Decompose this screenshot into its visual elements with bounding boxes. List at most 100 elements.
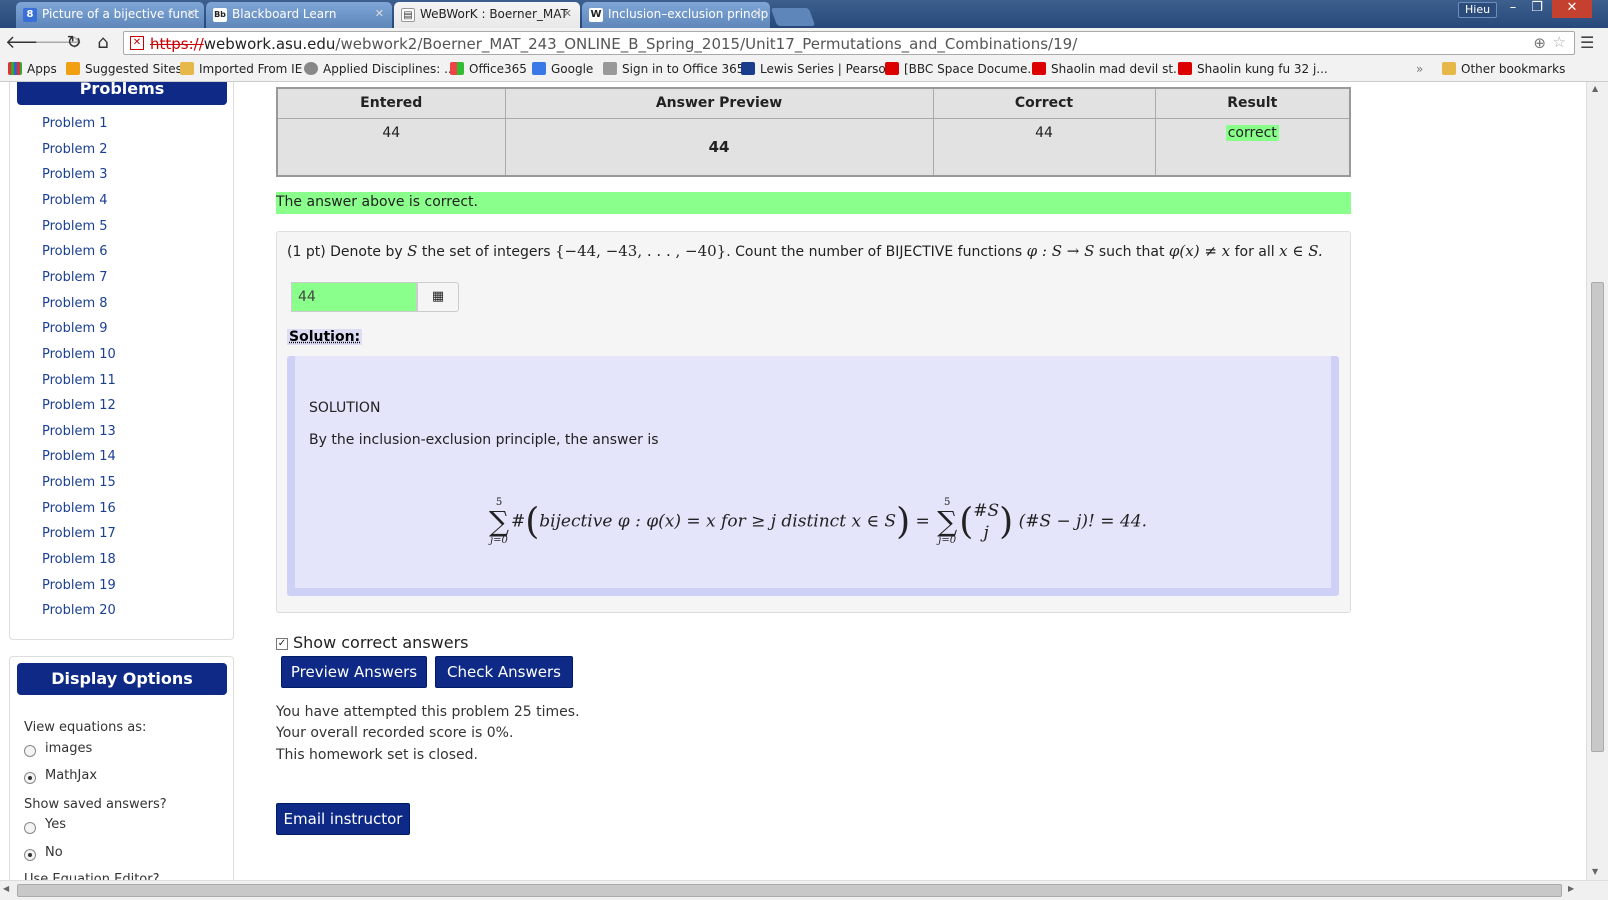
problem-link-19[interactable]: Problem 19	[42, 578, 116, 593]
bookmark-lewis-pearson[interactable]: Lewis Series | Pearson	[741, 62, 893, 76]
problem-link-18[interactable]: Problem 18	[42, 552, 116, 567]
problem-link-17[interactable]: Problem 17	[42, 526, 116, 541]
back-icon[interactable]: 🡐	[5, 32, 53, 54]
problem-text-3: such that	[1098, 244, 1165, 260]
bookmark-applied-disciplines[interactable]: Applied Disciplines: ...	[304, 62, 456, 76]
entered-cell: 44	[276, 117, 506, 177]
problem-link-8[interactable]: Problem 8	[42, 296, 108, 311]
horizontal-scrollbar[interactable]: ◀ ▶	[0, 880, 1608, 900]
problem-link-6[interactable]: Problem 6	[42, 244, 108, 259]
bookmark-apps[interactable]: Apps	[8, 62, 57, 76]
problem-text-2: . Count the number of BIJECTIVE function…	[726, 244, 1023, 260]
header-correct: Correct	[932, 87, 1156, 119]
close-icon[interactable]: ✕	[563, 7, 572, 20]
formula-tail: (#S − j)! = 44.	[1018, 511, 1147, 532]
bookmark-bbc-space[interactable]: [BBC Space Docume...	[885, 62, 1039, 76]
results-header-row: Entered Answer Preview Correct Result	[276, 87, 1351, 119]
scroll-left-icon[interactable]: ◀	[3, 884, 9, 893]
close-window-icon[interactable]: ✕	[1552, 0, 1592, 18]
home-icon[interactable]: ⌂	[92, 32, 114, 54]
right-paren-icon: )	[999, 501, 1014, 543]
radio-no[interactable]	[24, 849, 36, 861]
tab-title: Picture of a bijective funct	[42, 7, 199, 21]
bookmark-office365-signin[interactable]: Sign in to Office 365	[603, 62, 744, 76]
problem-link-15[interactable]: Problem 15	[42, 475, 116, 490]
sigma-icon: ∑	[489, 505, 509, 538]
problem-text-1: the set of integers	[421, 244, 551, 260]
preview-answers-button[interactable]: Preview Answers	[281, 656, 427, 688]
bookmark-shaolin-kungfu[interactable]: Shaolin kung fu 32 j...	[1178, 62, 1328, 76]
new-tab-button[interactable]	[770, 8, 816, 26]
bookmark-suggested-sites[interactable]: Suggested Sites	[66, 62, 182, 76]
problem-link-4[interactable]: Problem 4	[42, 193, 108, 208]
restore-icon[interactable]: ❐	[1526, 0, 1548, 18]
equation-editor-label: Use Equation Editor?	[24, 872, 160, 880]
vertical-scrollbar[interactable]: ▲ ▼	[1586, 82, 1608, 880]
summation-right: 5 ∑ j=0	[937, 498, 957, 546]
problem-link-9[interactable]: Problem 9	[42, 321, 108, 336]
reload-icon[interactable]: ↻	[63, 32, 85, 54]
problem-link-20[interactable]: Problem 20	[42, 603, 116, 618]
user-badge[interactable]: Hieu	[1458, 2, 1498, 18]
equation-editor-button[interactable]: ▦	[417, 282, 459, 312]
binomial: #S j	[973, 500, 999, 544]
problem-link-11[interactable]: Problem 11	[42, 373, 116, 388]
check-answers-button[interactable]: Check Answers	[435, 656, 573, 688]
bookmarks-overflow-icon[interactable]: »	[1416, 62, 1423, 76]
bookmarks-bar: Apps Suggested Sites Imported From IE Ap…	[0, 58, 1608, 82]
insecure-lock-icon[interactable]: ✕	[130, 36, 144, 50]
bookmark-imported-ie[interactable]: Imported From IE	[180, 62, 302, 76]
menu-icon[interactable]: ☰	[1580, 33, 1594, 52]
radio-mathjax[interactable]	[24, 772, 36, 784]
bookmark-label: Sign in to Office 365	[622, 62, 745, 76]
star-icon[interactable]: ☆	[1553, 33, 1566, 51]
vertical-scroll-thumb[interactable]	[1591, 282, 1604, 752]
problem-link-13[interactable]: Problem 13	[42, 424, 116, 439]
close-icon[interactable]: ✕	[753, 7, 762, 20]
document-icon	[603, 62, 617, 75]
scroll-down-icon[interactable]: ▼	[1592, 867, 1598, 876]
close-icon[interactable]: ✕	[187, 7, 196, 20]
problem-link-5[interactable]: Problem 5	[42, 219, 108, 234]
answer-input[interactable]: 44	[291, 282, 417, 312]
problem-link-16[interactable]: Problem 16	[42, 501, 116, 516]
bookmark-shaolin-devil[interactable]: Shaolin mad devil st...	[1032, 62, 1184, 76]
problem-link-12[interactable]: Problem 12	[42, 398, 116, 413]
bookmark-label: Office365	[469, 62, 527, 76]
bookmark-other[interactable]: Other bookmarks	[1442, 62, 1565, 76]
tab-bijective-picture[interactable]: 8 Picture of a bijective funct ✕	[16, 2, 204, 28]
scroll-right-icon[interactable]: ▶	[1568, 884, 1574, 893]
forward-icon[interactable]: 🡒	[34, 32, 82, 54]
problem-link-1[interactable]: Problem 1	[42, 116, 108, 131]
sum-lower-limit: j=0	[490, 535, 508, 546]
solution-toggle[interactable]: Solution:	[287, 329, 363, 345]
view-equations-label: View equations as:	[24, 720, 147, 735]
tab-webwork[interactable]: ▤ WeBWorK : Boerner_MAT ✕	[394, 2, 580, 28]
problem-link-7[interactable]: Problem 7	[42, 270, 108, 285]
header-result: Result	[1154, 87, 1351, 119]
minimize-icon[interactable]: –	[1502, 0, 1524, 18]
zoom-icon[interactable]: ⊕	[1533, 34, 1546, 52]
bookmark-office365[interactable]: Office365	[450, 62, 527, 76]
radio-yes[interactable]	[24, 822, 36, 834]
scroll-up-icon[interactable]: ▲	[1592, 84, 1598, 93]
email-instructor-button[interactable]: Email instructor	[276, 803, 410, 835]
address-bar[interactable]: ✕ https://webwork.asu.edu/webwork2/Boerne…	[123, 31, 1575, 55]
results-table: Entered Answer Preview Correct Result 44…	[276, 87, 1351, 177]
tab-blackboard[interactable]: Bb Blackboard Learn ✕	[206, 2, 392, 28]
bookmark-google[interactable]: Google	[532, 62, 593, 76]
problem-link-3[interactable]: Problem 3	[42, 167, 108, 182]
horizontal-scroll-thumb[interactable]	[17, 884, 1562, 897]
bookmark-label: Shaolin mad devil st...	[1051, 62, 1185, 76]
show-correct-checkbox[interactable]: ✓	[276, 638, 288, 650]
radio-images[interactable]	[24, 745, 36, 757]
correct-cell: 44	[932, 117, 1156, 177]
tab-inclusion-exclusion[interactable]: W Inclusion–exclusion princip ✕	[582, 2, 770, 28]
math-function: φ : S → S	[1026, 242, 1095, 260]
url-protocol: https://	[150, 35, 204, 53]
browser-toolbar: 🡐 🡒 ↻ ⌂ ✕ https://webwork.asu.edu/webwork…	[0, 28, 1608, 58]
close-icon[interactable]: ✕	[375, 7, 384, 20]
problem-link-10[interactable]: Problem 10	[42, 347, 116, 362]
problem-link-2[interactable]: Problem 2	[42, 142, 108, 157]
problem-link-14[interactable]: Problem 14	[42, 449, 116, 464]
